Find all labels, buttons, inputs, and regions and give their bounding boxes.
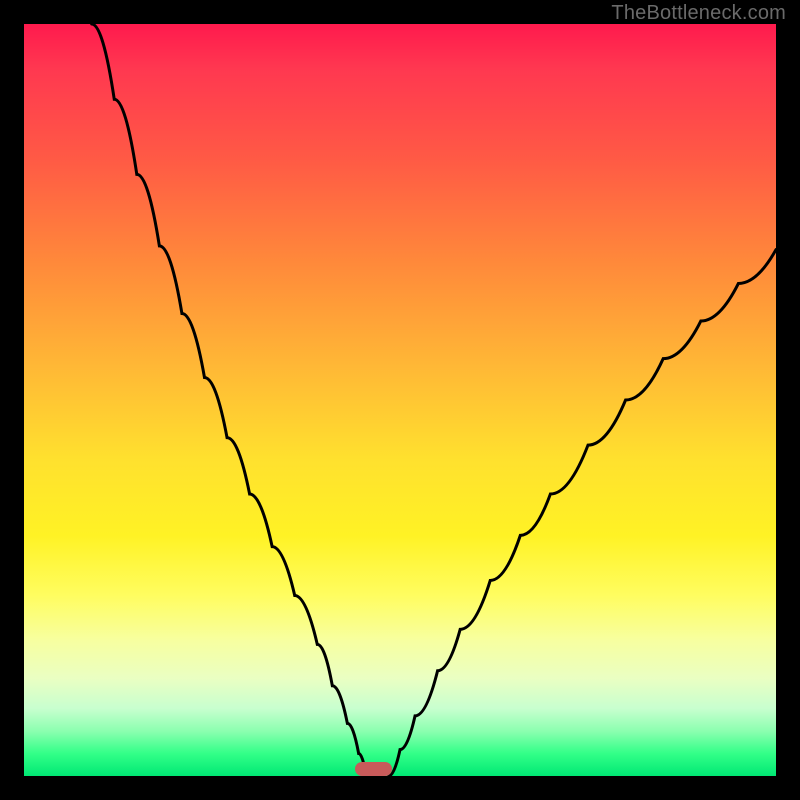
plot-area xyxy=(24,24,776,776)
optimal-range-marker xyxy=(355,762,393,776)
watermark-text: TheBottleneck.com xyxy=(611,2,786,25)
right-branch-curve xyxy=(389,250,776,776)
left-branch-curve xyxy=(92,24,366,776)
chart-stage: TheBottleneck.com xyxy=(0,0,800,800)
curve-layer xyxy=(24,24,776,776)
